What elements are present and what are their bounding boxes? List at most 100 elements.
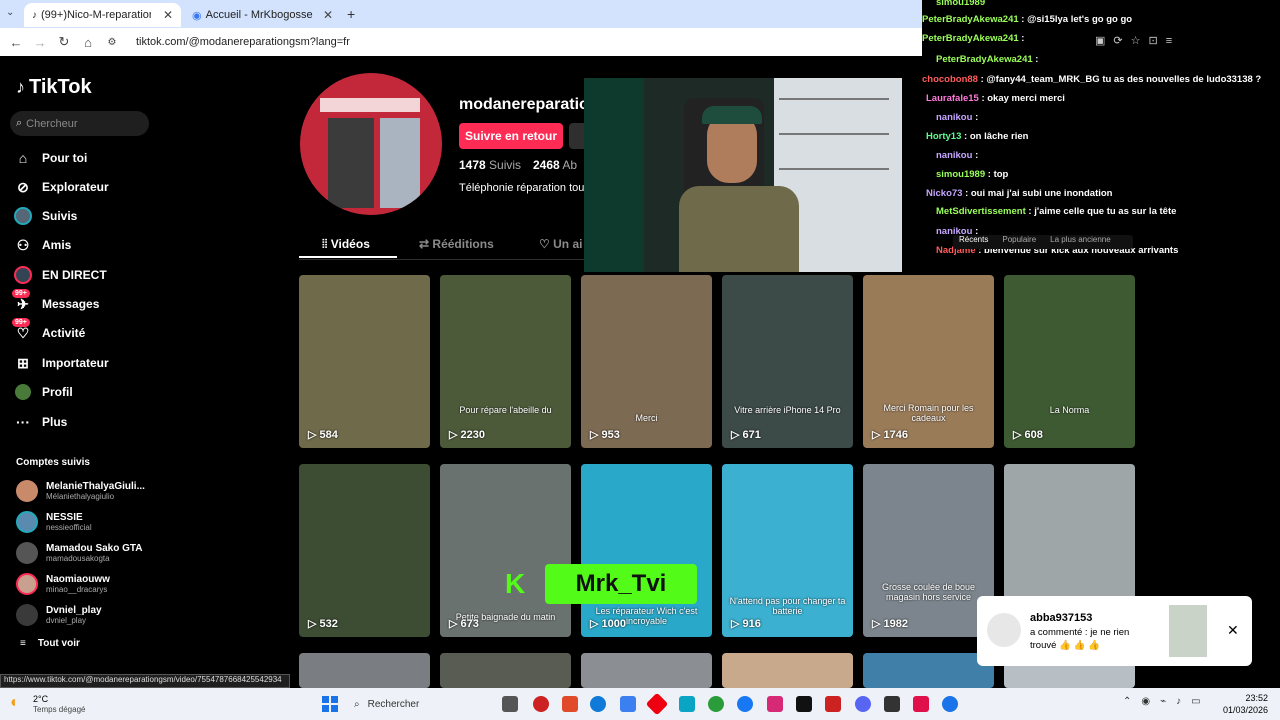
video-thumbnail[interactable]: Les réparateur Wich c'est incroyable ▷ 10… — [581, 464, 712, 637]
clock-time[interactable]: 23:52 — [1236, 693, 1268, 703]
sidebar-item-label: Amis — [42, 238, 72, 252]
followers-stat[interactable]: 2468 Ab — [533, 158, 577, 172]
sidebar-item-suivis[interactable]: Suivis — [14, 206, 77, 226]
close-icon[interactable]: ✕ — [1227, 622, 1245, 640]
tiktok-live-icon[interactable] — [913, 696, 929, 712]
site-info-icon[interactable]: ⚙ — [100, 37, 124, 48]
follow-back-button[interactable]: Suivre en retour — [459, 123, 563, 149]
chat-username[interactable]: PeterBradyAkewa241 — [936, 54, 1033, 65]
edge-icon[interactable] — [590, 696, 606, 712]
sidebar-item-pour-toi[interactable]: ⌂ Pour toi — [14, 148, 88, 168]
video-thumbnail[interactable]: La Norma ▷ 608 — [1004, 275, 1135, 448]
tab-liked[interactable]: ♡ Un ai — [539, 237, 582, 251]
browser-toolbar-icons: ▣⟳☆⊡≡ — [1095, 35, 1181, 47]
url-field[interactable]: tiktok.com/@modanereparationgsm?lang=fr — [136, 36, 350, 48]
play-icon: ▷ — [731, 618, 740, 630]
terminal-icon[interactable] — [884, 696, 900, 712]
chrome-icon[interactable] — [708, 696, 724, 712]
tab-videos[interactable]: ⦙⦙ Vidéos — [322, 237, 370, 252]
sidebar-item-live[interactable]: EN DIRECT — [14, 265, 107, 285]
sidebar-item-profil[interactable]: Profil — [14, 382, 73, 402]
sidebar-item-importateur[interactable]: ⊞ Importateur — [14, 353, 109, 373]
view-count: ▷ 532 — [308, 617, 338, 630]
comment-notification[interactable]: abba937153 a commenté : je ne rien trouv… — [977, 596, 1252, 666]
sort-oldest[interactable]: La plus ancienne — [1050, 235, 1111, 249]
video-thumbnail[interactable]: ▷ 584 — [299, 275, 430, 448]
see-all-link[interactable]: ≡ Tout voir — [20, 638, 80, 649]
start-button[interactable] — [322, 696, 338, 712]
chat-username[interactable]: Horty13 — [926, 131, 961, 142]
browser-tab-active[interactable]: ♪ (99+)Nico-M-reparation-gsm ( ✕ — [24, 3, 181, 27]
tab-reposts[interactable]: ⇄ Rééditions — [419, 237, 494, 251]
chat-username[interactable]: PeterBradyAkewa241 — [922, 33, 1019, 44]
followed-name: MelanieThalyaGiuli... — [46, 481, 145, 492]
chat-username[interactable]: PeterBradyAkewa241 — [922, 14, 1019, 25]
clock-date[interactable]: 01/03/2026 — [1214, 705, 1268, 715]
sidebar-item-label: Profil — [42, 385, 73, 399]
chat-username[interactable]: nanikou — [936, 112, 972, 123]
browser-tab-2[interactable]: ◉ Accueil - MrKbogosse ✕ — [184, 3, 341, 27]
instagram-icon[interactable] — [767, 696, 783, 712]
view-count: ▷ 584 — [308, 428, 338, 441]
sidebar-item-messages[interactable]: ✈ 99+ Messages — [12, 289, 99, 314]
video-thumbnail[interactable]: Grosse coulée de boue magasin hors servi… — [863, 464, 994, 637]
sidebar-item-plus[interactable]: ··· Plus — [14, 412, 67, 432]
home-icon[interactable]: ⌂ — [76, 35, 100, 50]
sort-popular[interactable]: Populaire — [1002, 235, 1036, 249]
app-icon[interactable] — [679, 696, 695, 712]
sidebar-item-explorateur[interactable]: ⊘ Explorateur — [14, 177, 109, 197]
followed-username: nessieofficial — [46, 523, 92, 532]
app-icon[interactable] — [825, 696, 841, 712]
tab-menu-icon[interactable]: ⌄ — [6, 7, 14, 18]
facebook-icon[interactable] — [737, 696, 753, 712]
avatar — [16, 573, 38, 595]
store-icon[interactable] — [620, 696, 636, 712]
video-thumbnail[interactable]: Vitre arrière iPhone 14 Pro ▷ 671 — [722, 275, 853, 448]
chat-username[interactable]: MetSdivertissement — [936, 206, 1026, 217]
chat-username[interactable]: simou1989 — [936, 0, 985, 8]
chat-username[interactable]: Nicko73 — [926, 188, 962, 199]
chat-username[interactable]: nanikou — [936, 150, 972, 161]
followed-account[interactable]: Dvniel_play dvniel_play — [16, 604, 102, 626]
following-stat[interactable]: 1478 Suivis — [459, 158, 521, 172]
tiktok-icon[interactable] — [796, 696, 812, 712]
back-icon[interactable]: ← — [4, 35, 28, 50]
forward-icon[interactable]: → — [28, 35, 52, 50]
taskbar-search[interactable]: ⌕ Rechercher — [346, 692, 486, 716]
tiktok-logo[interactable]: ♪ TikTok — [16, 76, 92, 99]
sort-recent[interactable]: Récents — [959, 235, 988, 249]
close-tab-icon[interactable]: ✕ — [323, 8, 333, 22]
file-explorer-icon[interactable] — [502, 696, 518, 712]
video-thumbnail[interactable]: ▷ 532 — [299, 464, 430, 637]
search-input[interactable]: ⌕ Chercheur — [10, 111, 149, 136]
upload-icon: ⊞ — [17, 354, 29, 371]
followed-account[interactable]: MelanieThalyaGiuli... Mélaniethalyagiulio — [16, 480, 145, 502]
video-thumbnail[interactable]: Merci Romain pour les cadeaux ▷ 1746 — [863, 275, 994, 448]
video-thumbnail[interactable]: Pour répare l'abeille du ▷ 2230 — [440, 275, 571, 448]
chat-text: : oui mai j'ai subi une inondation — [965, 188, 1113, 199]
chat-username[interactable]: Laurafale15 — [926, 93, 979, 104]
kick-logo-icon: K — [505, 568, 526, 599]
close-tab-icon[interactable]: ✕ — [163, 8, 173, 22]
video-thumbnail[interactable]: N'attend pas pour changer ta batterie ▷ 9… — [722, 464, 853, 637]
tray-icons[interactable]: ⌃◉⌁♪▭ — [1123, 696, 1211, 707]
chat-username[interactable]: simou1989 — [936, 169, 985, 180]
video-thumbnail[interactable]: Merci ▷ 953 — [581, 275, 712, 448]
reload-icon[interactable]: ↻ — [52, 34, 76, 50]
sidebar-item-amis[interactable]: ⚇ Amis — [14, 235, 72, 255]
app-icon[interactable] — [533, 696, 549, 712]
office-icon[interactable] — [562, 696, 578, 712]
video-thumbnail[interactable]: Petite baignade du matin ▷ 673 — [440, 464, 571, 637]
message-button[interactable] — [569, 123, 585, 149]
chat-username[interactable]: chocobon88 — [922, 74, 978, 85]
discord-icon[interactable] — [855, 696, 871, 712]
followed-username: Mélaniethalyagiulio — [46, 492, 115, 501]
following-icon — [14, 207, 32, 225]
app-icon[interactable] — [942, 696, 958, 712]
followed-account[interactable]: Naomiaouww minao__dracarys — [16, 573, 110, 595]
followed-account[interactable]: NESSIE nessieofficial — [16, 511, 92, 533]
followed-account[interactable]: Mamadou Sako GTA mamadousakogta — [16, 542, 143, 564]
new-tab-icon[interactable]: + — [347, 6, 355, 22]
sidebar-item-activite[interactable]: ♡ 99+ Activité — [12, 318, 85, 343]
app-icon[interactable] — [645, 692, 669, 716]
